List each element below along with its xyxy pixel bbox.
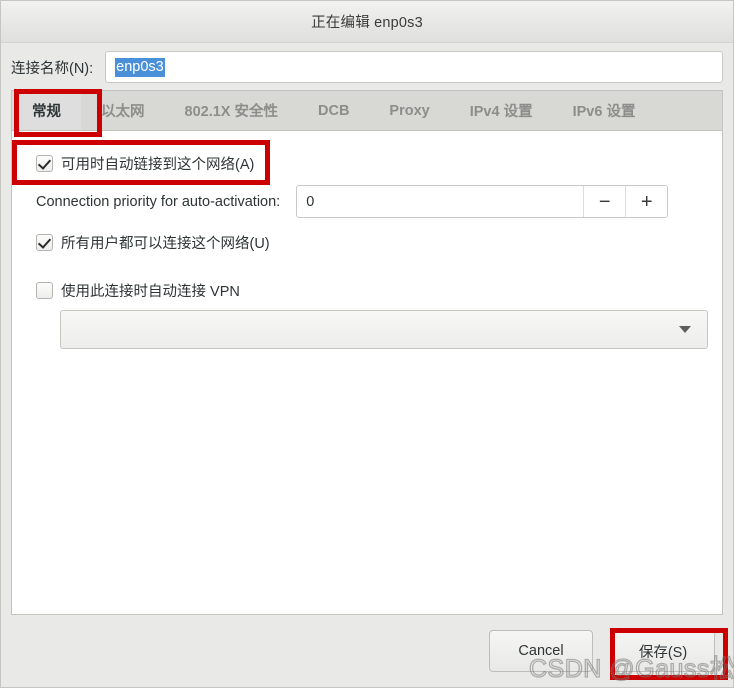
connection-name-row: 连接名称(N): enp0s3 [1,43,733,90]
priority-spinner[interactable]: 0 − + [296,185,669,218]
connection-name-value: enp0s3 [115,57,165,77]
autoconnect-checkbox[interactable] [36,154,53,172]
tab-8021x-security[interactable]: 802.1X 安全性 [165,91,299,130]
tab-ipv6-settings[interactable]: IPv6 设置 [553,91,656,130]
tab-ethernet[interactable]: 以太网 [81,91,165,130]
connection-name-label: 连接名称(N): [11,60,94,77]
save-button[interactable]: 保存(S) [611,630,715,672]
priority-row: Connection priority for auto-activation:… [36,185,708,218]
chevron-down-icon [679,326,691,333]
tab-bar: 常规 以太网 802.1X 安全性 DCB Proxy IPv4 设置 IPv6… [11,90,723,130]
titlebar: 正在编辑 enp0s3 [1,1,733,43]
settings-notebook: 常规 以太网 802.1X 安全性 DCB Proxy IPv4 设置 IPv6… [11,90,723,615]
priority-decrement-button[interactable]: − [583,186,626,217]
dialog-action-bar: Cancel 保存(S) [1,615,733,687]
autoconnect-row: 可用时自动链接到这个网络(A) [36,149,708,177]
autoconnect-label[interactable]: 可用时自动链接到这个网络(A) [61,153,254,174]
edit-connection-dialog: 正在编辑 enp0s3 连接名称(N): enp0s3 常规 以太网 802.1… [0,0,734,688]
all-users-label[interactable]: 所有用户都可以连接这个网络(U) [61,232,270,253]
priority-increment-button[interactable]: + [625,186,668,217]
vpn-autoconnect-row: 使用此连接时自动连接 VPN [36,276,708,304]
tab-dcb[interactable]: DCB [298,91,369,130]
priority-label: Connection priority for auto-activation: [36,193,281,210]
tab-ipv4-settings[interactable]: IPv4 设置 [450,91,553,130]
all-users-checkbox[interactable] [36,233,53,251]
vpn-combo-row [60,310,708,349]
vpn-autoconnect-checkbox[interactable] [36,281,53,299]
priority-value[interactable]: 0 [297,186,583,217]
window-title: 正在编辑 enp0s3 [311,15,423,31]
connection-name-input[interactable]: enp0s3 [105,51,723,83]
cancel-button[interactable]: Cancel [489,630,593,672]
vpn-select[interactable] [60,310,708,349]
all-users-row: 所有用户都可以连接这个网络(U) [36,228,708,256]
tab-proxy[interactable]: Proxy [369,91,449,130]
general-tab-pane: 可用时自动链接到这个网络(A) Connection priority for … [11,130,723,615]
tab-general[interactable]: 常规 [12,91,81,130]
vpn-autoconnect-label[interactable]: 使用此连接时自动连接 VPN [61,280,240,301]
